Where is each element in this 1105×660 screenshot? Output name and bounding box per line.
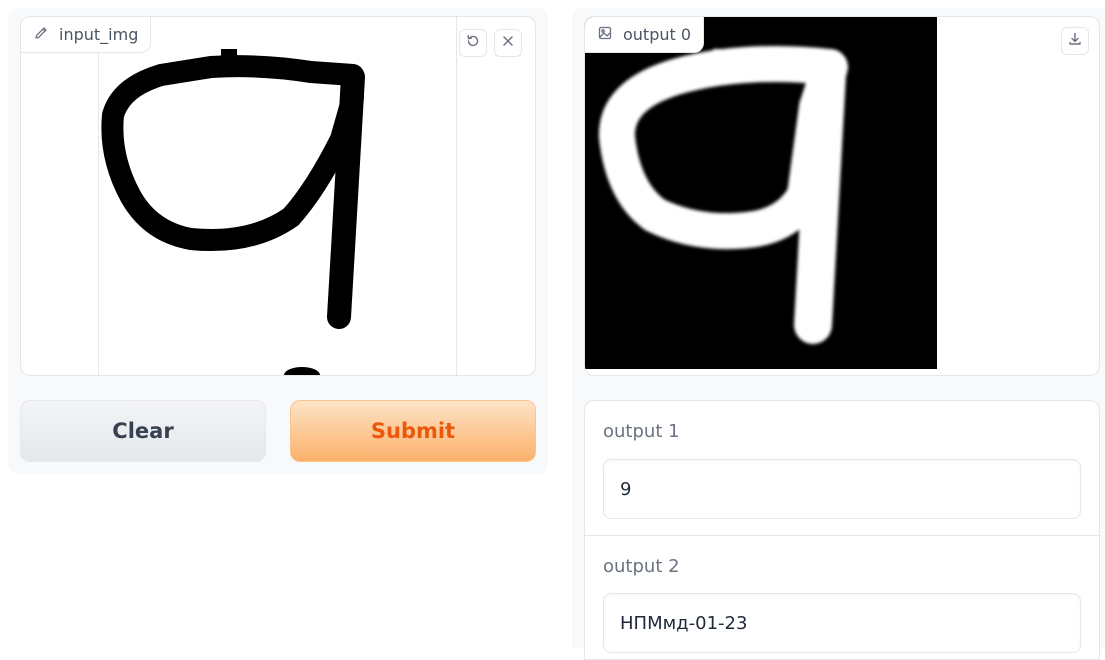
pencil-icon bbox=[33, 25, 49, 45]
undo-icon bbox=[465, 33, 481, 53]
output-text-group: output 1 9 output 2 НПМмд-01-23 bbox=[584, 400, 1100, 660]
image-icon bbox=[597, 25, 613, 45]
submit-button[interactable]: Submit bbox=[290, 400, 536, 462]
clear-image-button[interactable] bbox=[494, 29, 522, 57]
output-1-field[interactable]: 9 bbox=[603, 459, 1081, 519]
input-image-label-text: input_img bbox=[59, 25, 139, 44]
drawing-canvas[interactable] bbox=[21, 17, 535, 375]
undo-button[interactable] bbox=[459, 29, 487, 57]
output-2-label: output 2 bbox=[603, 556, 680, 577]
input-image-label: input_img bbox=[21, 17, 152, 53]
download-button[interactable] bbox=[1061, 27, 1089, 55]
output-1-value: 9 bbox=[620, 478, 632, 500]
clear-button[interactable]: Clear bbox=[20, 400, 266, 462]
output-1-label: output 1 bbox=[603, 421, 680, 442]
output-column: output 0 output 1 9 output 2 НПМмд-01-23 bbox=[572, 8, 1105, 660]
output-2-field[interactable]: НПМмд-01-23 bbox=[603, 593, 1081, 653]
output-image-label: output 0 bbox=[585, 17, 705, 53]
clear-button-label: Clear bbox=[112, 419, 174, 443]
handwritten-digit-stroke bbox=[101, 49, 365, 375]
divider bbox=[585, 535, 1099, 536]
download-icon bbox=[1067, 31, 1083, 51]
close-icon bbox=[500, 33, 516, 53]
input-column: input_img Clear Submit bbox=[8, 8, 548, 474]
submit-button-label: Submit bbox=[370, 419, 456, 443]
output-image bbox=[585, 17, 937, 369]
output-2-value: НПМмд-01-23 bbox=[620, 612, 748, 634]
input-image-panel[interactable]: input_img bbox=[20, 16, 536, 376]
output-image-panel: output 0 bbox=[584, 16, 1100, 376]
output-image-label-text: output 0 bbox=[623, 25, 692, 44]
